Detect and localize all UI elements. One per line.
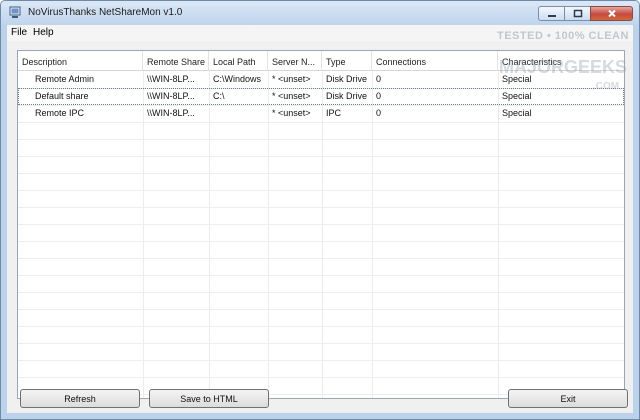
grid-divider [18,343,624,344]
app-icon [9,6,21,18]
maximize-button[interactable] [564,6,590,21]
column-header-local-path[interactable]: Local Path [209,51,268,71]
cell-remote-share: \\WIN-8LP... [147,74,195,84]
refresh-button[interactable]: Refresh [20,389,140,408]
grid-divider [18,258,624,259]
grid-divider [18,377,624,378]
window-title: NoVirusThanks NetShareMon v1.0 [28,7,183,18]
title-bar[interactable]: NoVirusThanks NetShareMon v1.0 [1,1,639,25]
cell-description: Default share [35,91,89,101]
list-body: Remote Admin \\WIN-8LP... C:\Windows * <… [18,71,624,398]
cell-type: Disk Drive [326,91,368,101]
menu-help[interactable]: Help [33,27,54,38]
minimize-button[interactable] [538,6,564,21]
cell-server-name: * <unset> [272,74,311,84]
watermark-tagline: TESTED • 100% CLEAN [497,30,629,42]
grid-divider [18,326,624,327]
cell-connections: 0 [376,91,382,101]
maximize-icon [573,9,582,18]
cell-type: Disk Drive [326,74,368,84]
cell-connections: 0 [376,108,382,118]
cell-server-name: * <unset> [272,91,311,101]
grid-divider [18,275,624,276]
grid-divider [18,292,624,293]
caption-buttons [538,6,633,23]
cell-server-name: * <unset> [272,108,311,118]
watermark-brand: MAJORGEEKS [499,57,628,77]
cell-connections: 0 [376,74,382,84]
cell-type: IPC [326,108,342,118]
grid-divider [18,190,624,191]
column-header-remote-share[interactable]: Remote Share [143,51,209,71]
grid-divider [18,241,624,242]
column-header-description[interactable]: Description [18,51,143,71]
close-button[interactable] [590,6,633,21]
cell-description: Remote Admin [35,74,95,84]
watermark-domain: .COM [593,81,620,92]
grid-divider [18,122,624,123]
grid-divider [18,207,624,208]
cell-local-path: C:\Windows [213,74,262,84]
save-to-html-button[interactable]: Save to HTML [149,389,269,408]
close-icon [607,9,616,18]
column-header-connections[interactable]: Connections [372,51,498,71]
menu-file[interactable]: File [11,27,27,38]
grid-divider [18,309,624,310]
grid-divider [18,139,624,140]
grid-divider [18,224,624,225]
minimize-icon [547,14,556,17]
app-window: NoVirusThanks NetShareMon v1.0 File Help… [0,0,640,420]
grid-divider [18,156,624,157]
cell-description: Remote IPC [35,108,85,118]
grid-divider [18,173,624,174]
exit-button[interactable]: Exit [508,389,628,408]
column-header-type[interactable]: Type [322,51,372,71]
watermark: TESTED • 100% CLEAN MAJORGEEKS .COM [489,27,634,113]
column-header-server-name[interactable]: Server N... [268,51,322,71]
cell-local-path: C:\ [213,91,225,101]
grid-divider [18,360,624,361]
cell-remote-share: \\WIN-8LP... [147,91,195,101]
cell-remote-share: \\WIN-8LP... [147,108,195,118]
